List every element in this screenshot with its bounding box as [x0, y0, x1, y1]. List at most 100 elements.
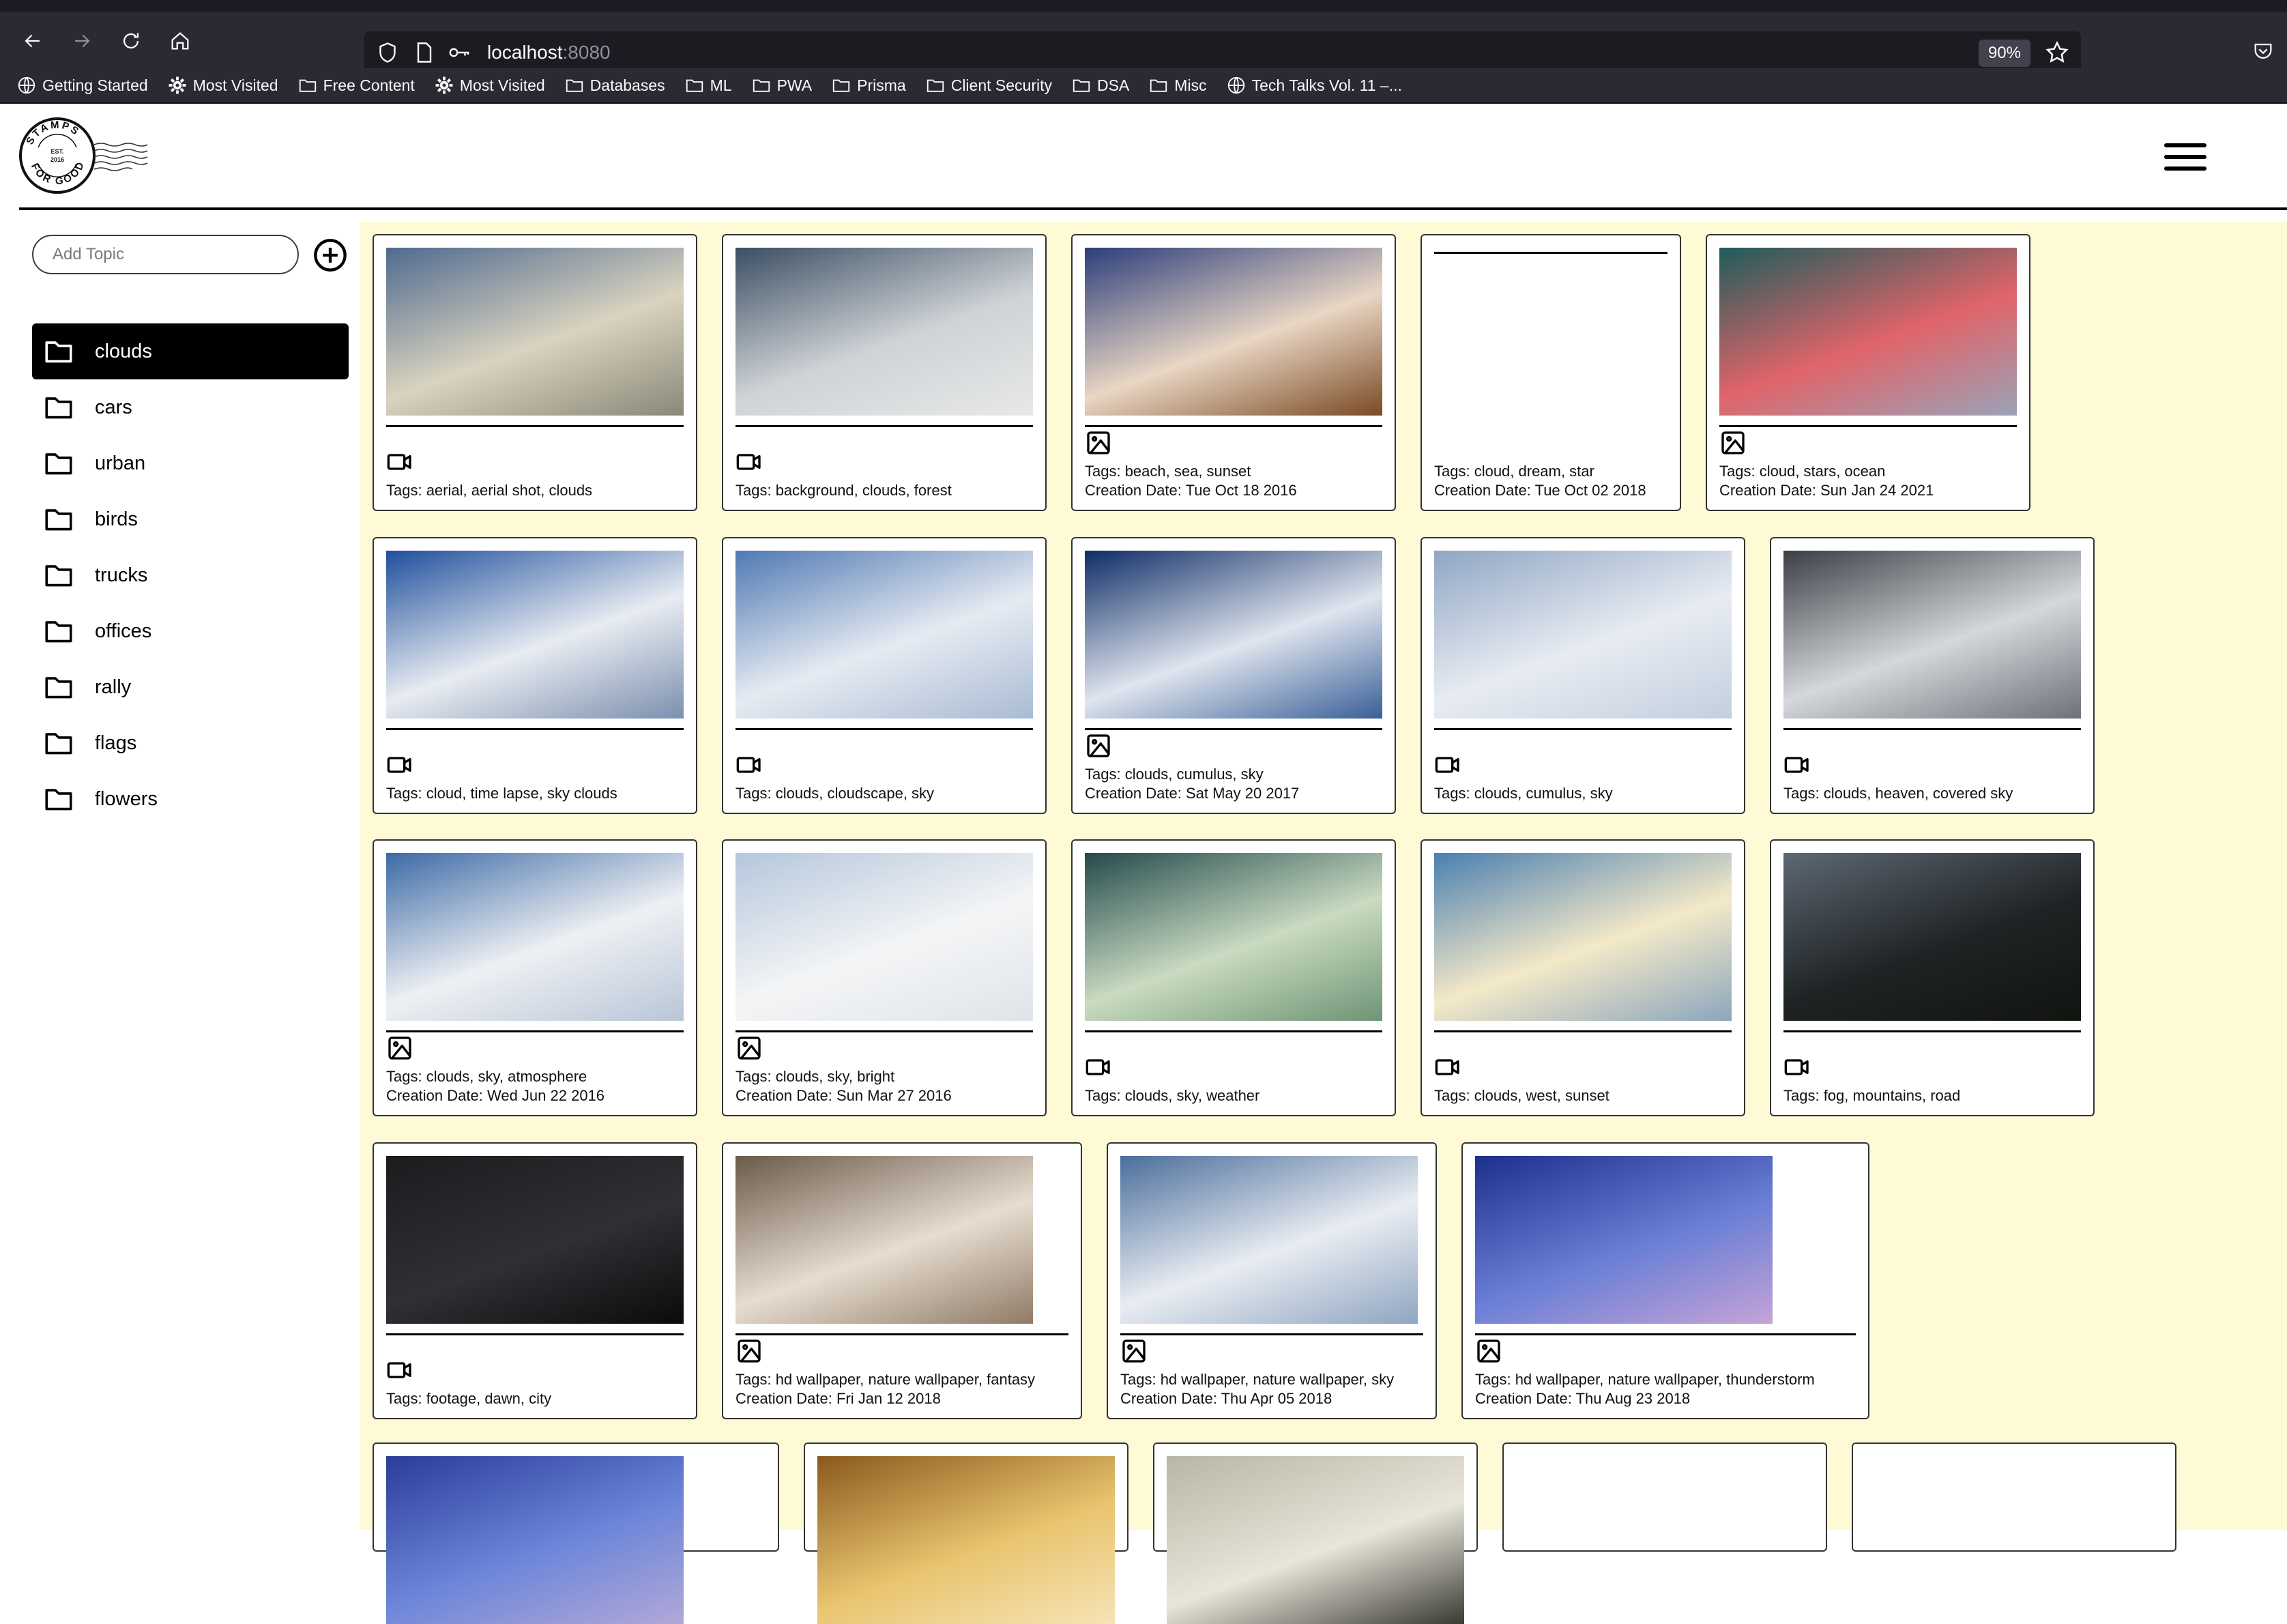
- media-card[interactable]: Tags: cloud, stars, ocean Creation Date: …: [1706, 234, 2030, 511]
- media-card[interactable]: Tags: hd wallpaper, nature wallpaper, fa…: [722, 1142, 1082, 1419]
- card-meta: Tags: clouds, cumulus, sky: [1434, 751, 1732, 803]
- bookmark-item[interactable]: PWA: [751, 75, 812, 96]
- media-card[interactable]: Tags: clouds, west, sunset: [1421, 839, 1745, 1116]
- media-card[interactable]: Tags: beach, sea, sunset Creation Date: T…: [1071, 234, 1396, 511]
- bookmark-item[interactable]: Getting Started: [16, 75, 148, 96]
- video-icon: [1434, 1054, 1461, 1081]
- url-bar[interactable]: localhost:8080 90%: [364, 31, 2081, 74]
- media-card[interactable]: Tags: clouds, sky, weather: [1071, 839, 1396, 1116]
- media-thumbnail[interactable]: [1120, 1156, 1418, 1324]
- key-icon[interactable]: [448, 40, 472, 65]
- media-thumbnail[interactable]: [1434, 551, 1732, 719]
- media-card[interactable]: [1153, 1442, 1478, 1624]
- media-thumbnail[interactable]: [386, 551, 684, 719]
- media-card[interactable]: Tags: clouds, cumulus, sky: [1421, 537, 1745, 814]
- card-meta: Tags: footage, dawn, city: [386, 1357, 684, 1408]
- media-thumbnail[interactable]: [386, 853, 684, 1021]
- card-creation-date: Creation Date: Sun Mar 27 2016: [735, 1087, 952, 1104]
- media-thumbnail[interactable]: [1085, 853, 1382, 1021]
- topic-item-urban[interactable]: urban: [32, 435, 349, 491]
- menu-hamburger-button[interactable]: [2164, 141, 2208, 173]
- pocket-icon[interactable]: [2252, 40, 2275, 63]
- media-card[interactable]: Tags: clouds, heaven, covered sky: [1770, 537, 2095, 814]
- bookmark-item[interactable]: Free Content: [297, 75, 415, 96]
- media-thumbnail[interactable]: [817, 1456, 1115, 1624]
- topic-item-flowers[interactable]: flowers: [32, 771, 349, 827]
- folder-icon: [831, 75, 851, 96]
- forward-button[interactable]: [68, 27, 96, 55]
- url-text[interactable]: localhost:8080: [487, 40, 611, 66]
- media-card[interactable]: Tags: cloud, time lapse, sky clouds: [373, 537, 697, 814]
- media-thumbnail[interactable]: [1085, 248, 1382, 416]
- media-card[interactable]: Tags: clouds, cumulus, sky Creation Date:…: [1071, 537, 1396, 814]
- media-card[interactable]: Tags: clouds, sky, bright Creation Date: …: [722, 839, 1047, 1116]
- card-tags: Tags: hd wallpaper, nature wallpaper, fa…: [735, 1371, 1036, 1388]
- page-icon: [417, 42, 432, 63]
- media-card[interactable]: [1502, 1442, 1827, 1552]
- bookmark-item[interactable]: ML: [684, 75, 732, 96]
- bookmark-item[interactable]: Tech Talks Vol. 11 –...: [1226, 75, 1402, 96]
- topic-item-flags[interactable]: flags: [32, 715, 349, 771]
- bookmark-item[interactable]: Client Security: [925, 75, 1052, 96]
- folder-icon: [44, 563, 95, 588]
- bookmark-label: ML: [710, 76, 732, 94]
- media-card[interactable]: [804, 1442, 1128, 1624]
- media-card[interactable]: [1852, 1442, 2176, 1552]
- media-card[interactable]: Tags: hd wallpaper, nature wallpaper, th…: [1461, 1142, 1869, 1419]
- media-card[interactable]: Tags: clouds, sky, atmosphere Creation Da…: [373, 839, 697, 1116]
- media-card[interactable]: [373, 1442, 779, 1624]
- media-card[interactable]: Tags: hd wallpaper, nature wallpaper, sk…: [1107, 1142, 1437, 1419]
- media-thumbnail[interactable]: [386, 248, 684, 416]
- media-thumbnail[interactable]: [1783, 853, 2081, 1021]
- bookmark-item[interactable]: Most Visited: [167, 75, 278, 96]
- bookmark-star-icon[interactable]: [2044, 40, 2070, 66]
- media-card[interactable]: Tags: cloud, dream, star Creation Date: T…: [1421, 234, 1681, 511]
- home-button[interactable]: [166, 27, 194, 55]
- back-button[interactable]: [19, 27, 46, 55]
- folder-icon: [44, 339, 95, 364]
- topic-item-birds[interactable]: birds: [32, 491, 349, 547]
- topic-item-offices[interactable]: offices: [32, 603, 349, 659]
- folder-icon: [44, 731, 95, 755]
- media-thumbnail[interactable]: [1783, 551, 2081, 719]
- topic-item-cars[interactable]: cars: [32, 379, 349, 435]
- add-topic-plus-icon[interactable]: [312, 237, 348, 273]
- bookmark-item[interactable]: Prisma: [831, 75, 906, 96]
- bookmark-item[interactable]: Databases: [564, 75, 665, 96]
- media-thumbnail[interactable]: [735, 853, 1033, 1021]
- card-divider: [386, 1333, 684, 1335]
- topic-item-clouds[interactable]: clouds: [32, 323, 349, 379]
- card-meta: Tags: cloud, time lapse, sky clouds: [386, 751, 684, 803]
- media-thumbnail[interactable]: [1475, 1156, 1773, 1324]
- stamps-for-good-logo[interactable]: STAMPS FOR GOOD EST. 2016: [18, 115, 151, 197]
- reload-button[interactable]: [117, 27, 145, 55]
- add-topic-input[interactable]: [32, 235, 299, 274]
- bookmark-item[interactable]: DSA: [1071, 75, 1129, 96]
- topic-label: rally: [95, 676, 132, 698]
- media-card[interactable]: Tags: aerial, aerial shot, clouds: [373, 234, 697, 511]
- shield-icon[interactable]: [375, 40, 400, 65]
- media-thumbnail[interactable]: [1085, 551, 1382, 719]
- card-creation-date: Creation Date: Tue Oct 02 2018: [1434, 482, 1646, 499]
- media-thumbnail[interactable]: [1719, 248, 2017, 416]
- media-thumbnail[interactable]: [1167, 1456, 1464, 1624]
- media-thumbnail[interactable]: [386, 1456, 684, 1624]
- media-card[interactable]: Tags: clouds, cloudscape, sky: [722, 537, 1047, 814]
- zoom-level-badge[interactable]: 90%: [1978, 40, 2030, 67]
- media-thumbnail[interactable]: [1434, 853, 1732, 1021]
- media-card[interactable]: Tags: background, clouds, forest: [722, 234, 1047, 511]
- card-tags: Tags: cloud, time lapse, sky clouds: [386, 785, 617, 802]
- media-card[interactable]: Tags: footage, dawn, city: [373, 1142, 697, 1419]
- card-meta: Tags: clouds, cloudscape, sky: [735, 751, 1033, 803]
- card-meta: Tags: clouds, heaven, covered sky: [1783, 751, 2081, 803]
- card-divider: [1434, 1030, 1732, 1032]
- media-thumbnail[interactable]: [735, 1156, 1033, 1324]
- media-card[interactable]: Tags: fog, mountains, road: [1770, 839, 2095, 1116]
- topic-item-rally[interactable]: rally: [32, 659, 349, 715]
- bookmark-item[interactable]: Most Visited: [434, 75, 545, 96]
- media-thumbnail[interactable]: [386, 1156, 684, 1324]
- media-thumbnail[interactable]: [735, 551, 1033, 719]
- media-thumbnail[interactable]: [735, 248, 1033, 416]
- bookmark-item[interactable]: Misc: [1148, 75, 1207, 96]
- topic-item-trucks[interactable]: trucks: [32, 547, 349, 603]
